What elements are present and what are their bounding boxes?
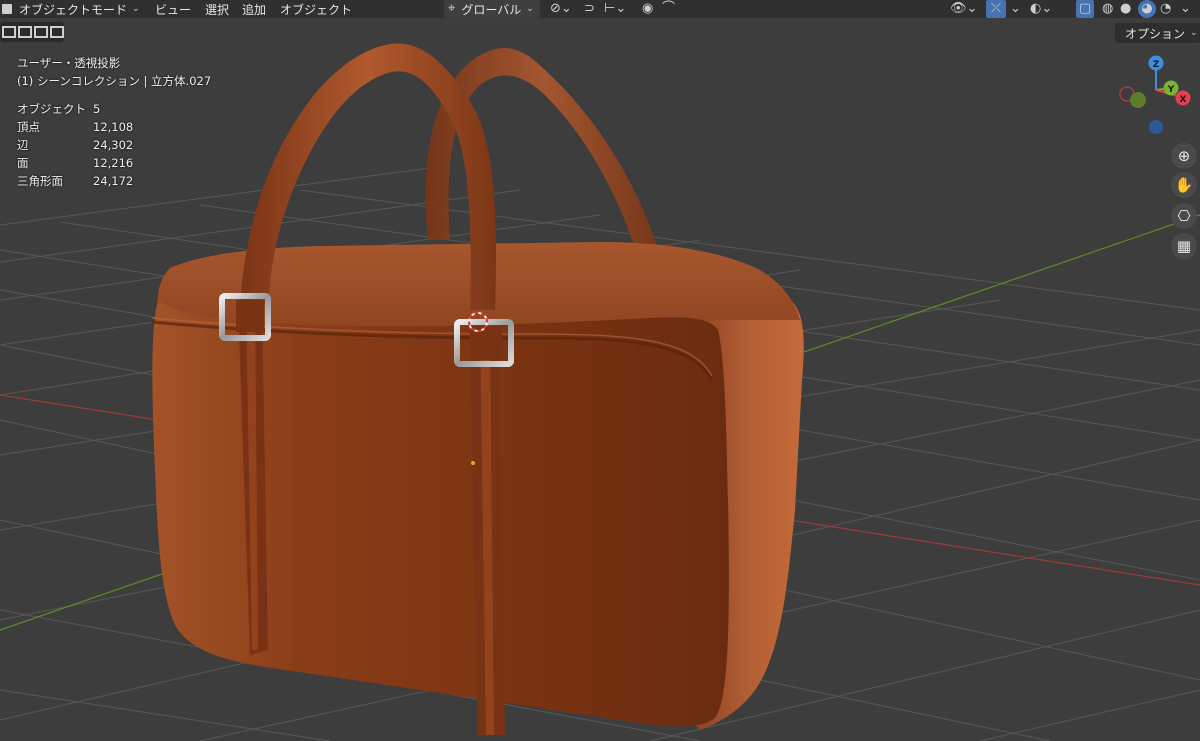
stats-row-objects: オブジェクト 5 [17,100,211,118]
stats-label: 三角形面 [17,174,63,188]
stats-label: 頂点 [17,120,40,134]
select-extend-icon[interactable] [18,26,32,38]
object-origin [471,461,475,465]
stats-value: 12,216 [93,156,134,170]
chevron-down-icon: ⌄ [132,4,140,14]
select-new-icon[interactable] [2,26,16,38]
select-invert-icon[interactable] [50,26,64,38]
stats-value: 24,172 [93,174,134,188]
stats-value: 24,302 [93,138,134,152]
viewport-text-overlay: ユーザー・透視投影 (1) シーンコレクション | 立方体.027 オブジェクト… [17,54,211,190]
chevron-down-icon: ⌄ [1190,28,1198,38]
gizmo-y-label: Y [1167,85,1175,95]
bag-front [152,300,729,727]
select-subtract-icon[interactable] [34,26,48,38]
rendered-shading-icon[interactable]: ◔ [1160,0,1171,18]
back-handle [425,48,660,262]
options-label: オプション [1125,26,1186,41]
xray-icon[interactable]: ▢ [1076,0,1094,18]
camera-icon[interactable]: ⎔ [1171,203,1197,229]
chevron-down-icon[interactable]: ⌄ [1180,0,1191,18]
gizmo-toggle-icon[interactable]: ⤫ [986,0,1006,18]
navigation-gizmo: Z Y X [1119,55,1191,134]
mode-dropdown[interactable]: オブジェクトモード ⌄ [0,0,142,18]
orientation-icon: ⌖ [448,1,456,16]
pivot-point-icon[interactable]: ⊘⌄ [550,0,572,18]
selection-mode-buttons [0,22,64,42]
orientation-label: グローバル [461,2,522,17]
options-dropdown[interactable]: オプション ⌄ [1115,23,1200,43]
material-preview-icon[interactable]: ◕ [1138,0,1156,18]
collection-line: (1) シーンコレクション | 立方体.027 [17,74,212,88]
falloff-icon[interactable]: ⌒ [662,0,675,18]
wireframe-shading-icon[interactable]: ◍ [1102,0,1113,18]
proportional-editing-icon[interactable]: ◉ [642,0,653,18]
hand-pan-icon[interactable]: ✋ [1171,172,1197,198]
gizmo-neg-z [1149,120,1163,134]
stats-row-vertices: 頂点 12,108 [17,118,211,136]
stats-label: 辺 [17,138,29,152]
stats-value: 12,108 [93,120,134,134]
view-name: ユーザー・透視投影 [17,56,121,70]
menu-object[interactable]: オブジェクト [280,1,352,18]
stats-row-triangles: 三角形面 24,172 [17,172,211,190]
viewport-header: オブジェクトモード ⌄ ビュー 選択 追加 オブジェクト ⌖ グローバル ⌄ ⊘… [0,0,1200,18]
transform-orientation-dropdown[interactable]: ⌖ グローバル ⌄ [444,0,540,18]
gizmo-neg-y [1130,92,1146,108]
stats-value: 5 [93,102,101,116]
stats-row-edges: 辺 24,302 [17,136,211,154]
gizmo-z-label: Z [1153,60,1160,70]
overlays-icon[interactable]: ◐⌄ [1030,0,1052,18]
menu-view[interactable]: ビュー [155,1,191,18]
stats-row-faces: 面 12,216 [17,154,211,172]
solid-shading-icon[interactable]: ● [1120,0,1131,18]
stats-label: 面 [17,156,29,170]
mode-label: オブジェクトモード [19,2,128,17]
snap-target-icon[interactable]: ⊢⌄ [604,0,626,18]
zoom-icon[interactable]: ⊕ [1171,143,1197,169]
menu-select[interactable]: 選択 [205,1,229,18]
object-mode-icon [2,4,12,14]
chevron-down-icon: ⌄ [526,4,534,14]
chevron-down-icon[interactable]: ⌄ [1010,0,1021,18]
stats-label: オブジェクト [17,102,86,116]
snap-icon[interactable]: ⊃ [584,0,595,18]
gizmo-x-label: X [1180,95,1187,105]
visibility-icon[interactable]: 👁⌄ [950,0,977,18]
menu-add[interactable]: 追加 [242,1,266,18]
grid-view-icon[interactable]: ▦ [1171,233,1197,259]
